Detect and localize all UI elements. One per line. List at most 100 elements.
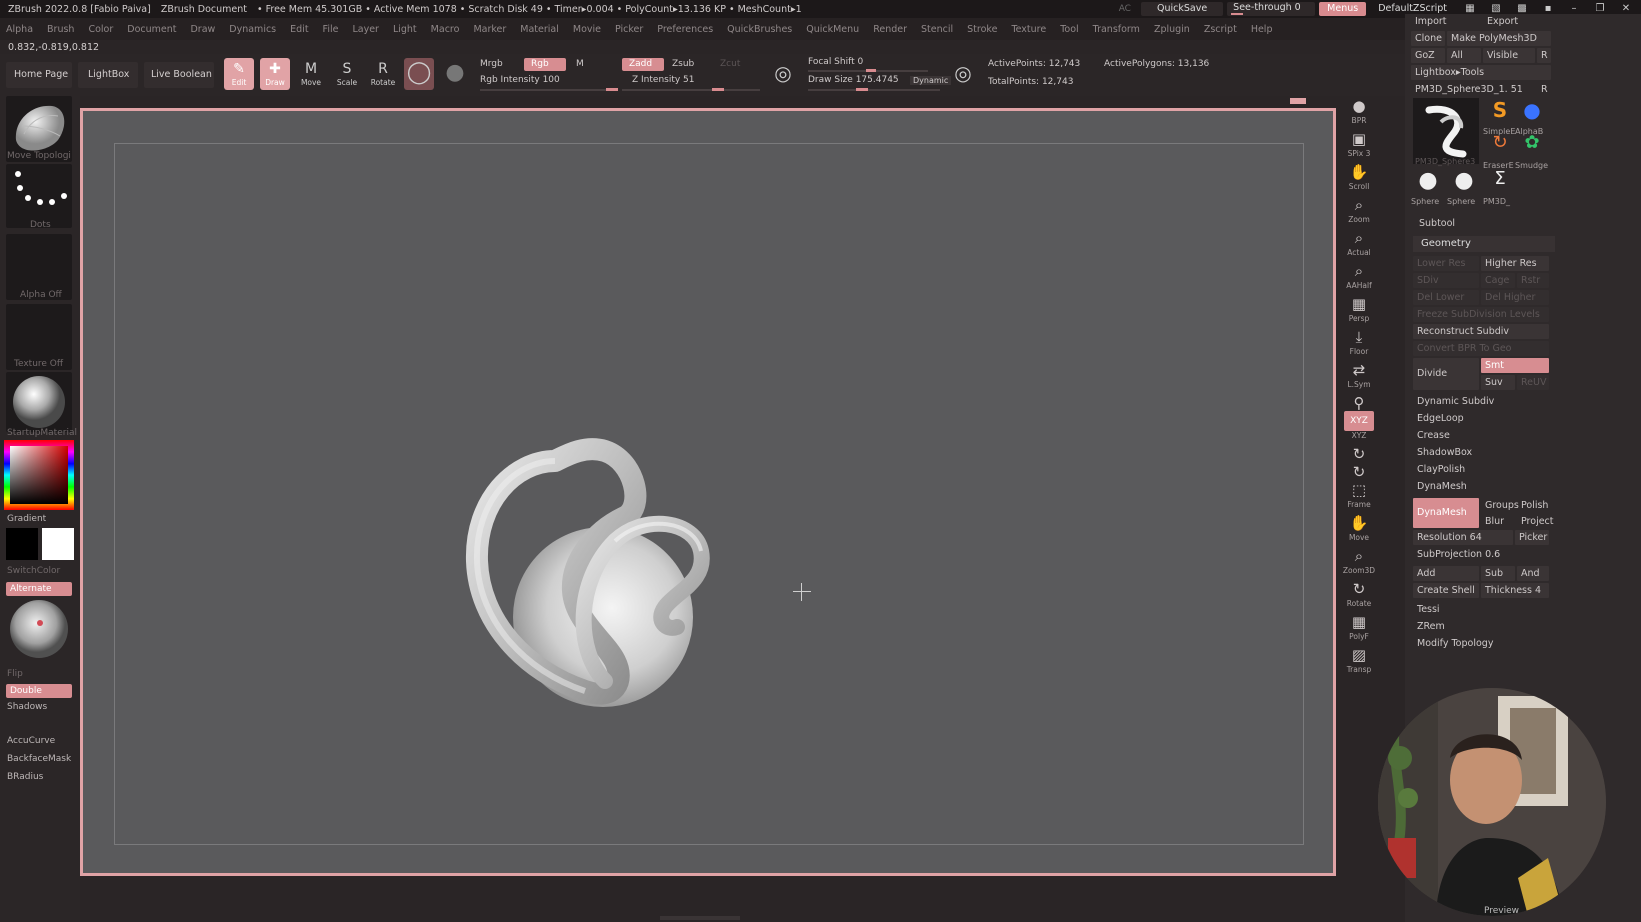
sdiv-slider[interactable]: SDiv [1413, 273, 1479, 288]
lightbox-button[interactable]: LightBox [78, 62, 138, 88]
menu-quickmenu[interactable]: QuickMenu [806, 24, 859, 35]
polish-toggle[interactable]: Polish [1517, 498, 1549, 513]
blur-slider[interactable]: Blur [1481, 514, 1515, 529]
menu-macro[interactable]: Macro [431, 24, 460, 35]
zsub-toggle[interactable]: Zsub [672, 59, 694, 69]
create-shell-button[interactable]: Create Shell [1413, 583, 1479, 598]
nav-frame[interactable]: ⬚ Frame [1342, 480, 1376, 514]
dynamesh-section[interactable]: DynaMesh [1413, 479, 1549, 494]
nav-polyf[interactable]: ▦ PolyF [1342, 612, 1376, 646]
convert-bpr-button[interactable]: Convert BPR To Geo [1413, 341, 1549, 356]
suv-toggle[interactable]: Suv [1481, 375, 1515, 390]
and-button[interactable]: And [1517, 566, 1549, 581]
nav-l-sym[interactable]: ⇄ L.Sym [1342, 360, 1376, 394]
modify-topology-section[interactable]: Modify Topology [1413, 636, 1549, 651]
m-toggle[interactable]: M [576, 59, 584, 69]
divide-button[interactable]: Divide [1413, 358, 1479, 390]
nav-zoom[interactable]: ⌕ Zoom [1342, 195, 1376, 229]
menu-texture[interactable]: Texture [1011, 24, 1046, 35]
dynamic-toggle[interactable]: Dynamic [910, 76, 952, 85]
sphere-tool-thumb-1[interactable]: ● Sphere [1411, 168, 1443, 206]
smudge-brush-thumb[interactable]: ✿ Smudge [1515, 132, 1548, 170]
sphere-tool-thumb-2[interactable]: ● Sphere [1447, 168, 1479, 206]
nav-rotate[interactable]: ↻ Rotate [1342, 579, 1376, 613]
live-boolean-button[interactable]: Live Boolean [144, 62, 214, 88]
clone-button[interactable]: Clone [1411, 31, 1445, 46]
reuv-button[interactable]: ReUV [1517, 375, 1549, 390]
simple-brush-thumb[interactable]: S SimpleE [1483, 98, 1515, 136]
r-button[interactable]: R [1537, 48, 1551, 63]
picker-button[interactable]: Picker [1515, 530, 1549, 545]
zcut-toggle[interactable]: Zcut [720, 59, 740, 69]
rgb-toggle[interactable]: Rgb [524, 58, 566, 71]
rotate-button[interactable]: R Rotate [368, 58, 398, 90]
tessimate-section[interactable]: Tessi [1413, 602, 1549, 617]
resolution-slider[interactable]: Resolution 64 [1413, 530, 1513, 545]
home-page-button[interactable]: Home Page [6, 62, 72, 88]
rgb-intensity-slider[interactable]: Rgb Intensity 100 [480, 75, 560, 85]
menus-toggle[interactable]: Menus [1319, 2, 1367, 16]
add-button[interactable]: Add [1413, 566, 1479, 581]
stroke-selector[interactable] [6, 164, 72, 228]
document-canvas[interactable] [80, 108, 1336, 876]
double-toggle[interactable]: Double [6, 684, 72, 698]
menu-render[interactable]: Render [873, 24, 907, 35]
sculptris-pro-button[interactable]: ◯ [404, 58, 434, 90]
see-through-slider[interactable]: See-through 0 [1227, 2, 1316, 16]
menu-dynamics[interactable]: Dynamics [229, 24, 276, 35]
smt-toggle[interactable]: Smt [1481, 358, 1549, 373]
groups-toggle[interactable]: Groups [1481, 498, 1519, 513]
pm3d-tool-thumb[interactable]: Σ PM3D_ [1483, 168, 1515, 206]
menu-help[interactable]: Help [1251, 24, 1273, 35]
visible-button[interactable]: Visible [1483, 48, 1535, 63]
focal-shift-slider[interactable]: Focal Shift 0 [808, 57, 863, 67]
menu-marker[interactable]: Marker [473, 24, 506, 35]
shadows-button[interactable]: Shadows [7, 702, 47, 712]
menu-zscript[interactable]: Zscript [1204, 24, 1237, 35]
mrgb-toggle[interactable]: Mrgb [480, 59, 503, 69]
zremesher-section[interactable]: ZRem [1413, 619, 1549, 634]
menu-tool[interactable]: Tool [1060, 24, 1078, 35]
nav-persp[interactable]: ▦ Persp [1342, 294, 1376, 328]
all-button[interactable]: All [1447, 48, 1481, 63]
light-sphere[interactable] [8, 598, 70, 660]
menu-edit[interactable]: Edit [290, 24, 308, 35]
bottom-tray-handle[interactable] [660, 916, 740, 920]
alternate-toggle[interactable]: Alternate [6, 582, 72, 596]
del-higher-button[interactable]: Del Higher [1481, 290, 1549, 305]
claypolish-section[interactable]: ClayPolish [1413, 462, 1549, 477]
menu-alpha[interactable]: Alpha [6, 24, 33, 35]
menu-transform[interactable]: Transform [1093, 24, 1140, 35]
draw-size-slider[interactable]: Draw Size 175.4745 [808, 75, 899, 85]
menu-layer[interactable]: Layer [352, 24, 379, 35]
menu-stroke[interactable]: Stroke [967, 24, 997, 35]
subprojection-slider[interactable]: SubProjection 0.6 [1413, 547, 1549, 562]
nav-actual[interactable]: ⌕ Actual [1342, 228, 1376, 262]
subtool-section[interactable]: Subtool [1419, 216, 1455, 231]
rstr-button[interactable]: Rstr [1517, 273, 1549, 288]
primary-color-swatch[interactable] [6, 528, 38, 560]
menu-file[interactable]: File [323, 24, 339, 35]
menu-brush[interactable]: Brush [47, 24, 74, 35]
material-selector[interactable] [6, 372, 72, 432]
tool-r-button[interactable]: R [1537, 82, 1549, 97]
menu-preferences[interactable]: Preferences [657, 24, 713, 35]
nav-move[interactable]: ✋ Move [1342, 513, 1376, 547]
shadowbox-section[interactable]: ShadowBox [1413, 445, 1549, 460]
export-button[interactable]: Export [1483, 14, 1551, 29]
thickness-slider[interactable]: Thickness 4 [1481, 583, 1549, 598]
focal-shift-icon-button[interactable]: ◎ [768, 58, 798, 90]
cage-button[interactable]: Cage [1481, 273, 1515, 288]
nav-zoom3d[interactable]: ⌕ Zoom3D [1342, 546, 1376, 580]
nav-xyz[interactable]: XYZ XYZ [1342, 411, 1376, 445]
z-intensity-slider[interactable]: Z Intensity 51 [632, 75, 695, 85]
backfacemask-toggle[interactable]: BackfaceMask [7, 754, 71, 764]
nav-aahalf[interactable]: ⌕ AAHalf [1342, 261, 1376, 295]
flip-button[interactable]: Flip [7, 669, 23, 679]
nav-bpr[interactable]: ● BPR [1342, 96, 1376, 130]
make-polymesh-button[interactable]: Make PolyMesh3D [1447, 31, 1551, 46]
move-button[interactable]: M Move [296, 58, 326, 90]
dynamic-subdiv-section[interactable]: Dynamic Subdiv [1413, 394, 1549, 409]
dynamic-draw-icon-button[interactable]: ◎ [948, 58, 978, 90]
edit-button[interactable]: ✎ Edit [224, 58, 254, 90]
